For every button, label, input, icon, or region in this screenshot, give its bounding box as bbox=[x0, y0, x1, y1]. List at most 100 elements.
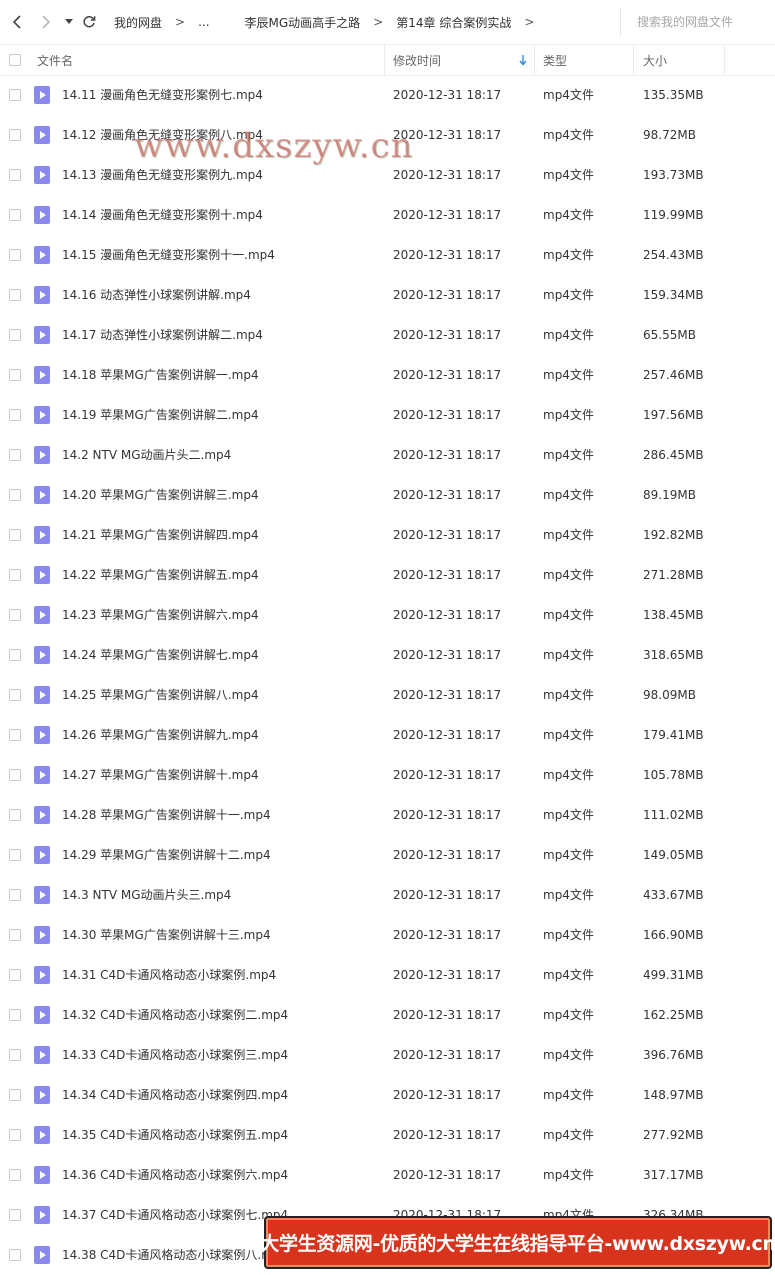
row-checkbox[interactable] bbox=[9, 329, 21, 341]
table-row[interactable]: 14.13 漫画角色无缝变形案例九.mp4 2020-12-31 18:17 mp4… bbox=[0, 155, 775, 195]
row-checkbox[interactable] bbox=[9, 649, 21, 661]
row-checkbox[interactable] bbox=[9, 969, 21, 981]
file-name[interactable]: 14.11 漫画角色无缝变形案例七.mp4 bbox=[62, 75, 263, 115]
row-checkbox[interactable] bbox=[9, 1249, 21, 1261]
table-row[interactable]: 14.21 苹果MG广告案例讲解四.mp4 2020-12-31 18:17 mp4… bbox=[0, 515, 775, 555]
row-checkbox[interactable] bbox=[9, 209, 21, 221]
column-header-type[interactable]: 类型 bbox=[543, 45, 633, 75]
row-checkbox[interactable] bbox=[9, 529, 21, 541]
column-divider[interactable] bbox=[534, 45, 535, 75]
forward-button[interactable] bbox=[34, 0, 58, 44]
row-checkbox[interactable] bbox=[9, 89, 21, 101]
row-checkbox[interactable] bbox=[9, 929, 21, 941]
file-name[interactable]: 14.22 苹果MG广告案例讲解五.mp4 bbox=[62, 555, 259, 595]
row-checkbox[interactable] bbox=[9, 1129, 21, 1141]
table-row[interactable]: 14.3 NTV MG动画片头三.mp4 2020-12-31 18:17 mp4文… bbox=[0, 875, 775, 915]
column-divider[interactable] bbox=[384, 45, 385, 75]
file-name[interactable]: 14.29 苹果MG广告案例讲解十二.mp4 bbox=[62, 835, 271, 875]
table-row[interactable]: 14.28 苹果MG广告案例讲解十一.mp4 2020-12-31 18:17 mp… bbox=[0, 795, 775, 835]
file-name[interactable]: 14.2 NTV MG动画片头二.mp4 bbox=[62, 435, 231, 475]
column-header-modified[interactable]: 修改时间 bbox=[393, 45, 533, 75]
file-name[interactable]: 14.13 漫画角色无缝变形案例九.mp4 bbox=[62, 155, 263, 195]
table-row[interactable]: 14.26 苹果MG广告案例讲解九.mp4 2020-12-31 18:17 mp4… bbox=[0, 715, 775, 755]
row-checkbox[interactable] bbox=[9, 369, 21, 381]
column-divider[interactable] bbox=[633, 45, 634, 75]
file-name[interactable]: 14.19 苹果MG广告案例讲解二.mp4 bbox=[62, 395, 259, 435]
table-row[interactable]: 14.15 漫画角色无缝变形案例十一.mp4 2020-12-31 18:17 mp… bbox=[0, 235, 775, 275]
column-divider[interactable] bbox=[724, 45, 725, 75]
row-checkbox[interactable] bbox=[9, 809, 21, 821]
column-header-size[interactable]: 大小 bbox=[643, 45, 723, 75]
file-name[interactable]: 14.31 C4D卡通风格动态小球案例.mp4 bbox=[62, 955, 276, 995]
file-name[interactable]: 14.21 苹果MG广告案例讲解四.mp4 bbox=[62, 515, 259, 555]
file-name[interactable]: 14.12 漫画角色无缝变形案例八.mp4 bbox=[62, 115, 263, 155]
file-name[interactable]: 14.18 苹果MG广告案例讲解一.mp4 bbox=[62, 355, 259, 395]
file-name[interactable]: 14.23 苹果MG广告案例讲解六.mp4 bbox=[62, 595, 259, 635]
search-input[interactable] bbox=[637, 15, 757, 29]
refresh-button[interactable] bbox=[80, 0, 98, 44]
file-name[interactable]: 14.35 C4D卡通风格动态小球案例五.mp4 bbox=[62, 1115, 288, 1155]
row-checkbox[interactable] bbox=[9, 289, 21, 301]
row-checkbox[interactable] bbox=[9, 409, 21, 421]
file-name[interactable]: 14.17 动态弹性小球案例讲解二.mp4 bbox=[62, 315, 263, 355]
history-dropdown-button[interactable] bbox=[58, 0, 80, 44]
file-name[interactable]: 14.27 苹果MG广告案例讲解十.mp4 bbox=[62, 755, 259, 795]
row-checkbox[interactable] bbox=[9, 1169, 21, 1181]
row-checkbox[interactable] bbox=[9, 609, 21, 621]
breadcrumb-item-chapter[interactable]: 第14章 综合案例实战 bbox=[396, 14, 511, 31]
table-row[interactable]: 14.35 C4D卡通风格动态小球案例五.mp4 2020-12-31 18:17… bbox=[0, 1115, 775, 1155]
file-name[interactable]: 14.20 苹果MG广告案例讲解三.mp4 bbox=[62, 475, 259, 515]
table-row[interactable]: 14.20 苹果MG广告案例讲解三.mp4 2020-12-31 18:17 mp4… bbox=[0, 475, 775, 515]
row-checkbox[interactable] bbox=[9, 729, 21, 741]
table-row[interactable]: 14.36 C4D卡通风格动态小球案例六.mp4 2020-12-31 18:17… bbox=[0, 1155, 775, 1195]
row-checkbox[interactable] bbox=[9, 1209, 21, 1221]
row-checkbox[interactable] bbox=[9, 1049, 21, 1061]
table-row[interactable]: 14.30 苹果MG广告案例讲解十三.mp4 2020-12-31 18:17 mp… bbox=[0, 915, 775, 955]
table-row[interactable]: 14.19 苹果MG广告案例讲解二.mp4 2020-12-31 18:17 mp4… bbox=[0, 395, 775, 435]
file-name[interactable]: 14.38 C4D卡通风格动态小球案例八.mp4 bbox=[62, 1235, 288, 1275]
table-row[interactable]: 14.27 苹果MG广告案例讲解十.mp4 2020-12-31 18:17 mp4… bbox=[0, 755, 775, 795]
table-row[interactable]: 14.32 C4D卡通风格动态小球案例二.mp4 2020-12-31 18:17… bbox=[0, 995, 775, 1035]
file-name[interactable]: 14.14 漫画角色无缝变形案例十.mp4 bbox=[62, 195, 263, 235]
row-checkbox[interactable] bbox=[9, 689, 21, 701]
file-name[interactable]: 14.37 C4D卡通风格动态小球案例七.mp4 bbox=[62, 1195, 288, 1235]
select-all-checkbox[interactable] bbox=[9, 54, 21, 66]
row-checkbox[interactable] bbox=[9, 769, 21, 781]
row-checkbox[interactable] bbox=[9, 169, 21, 181]
file-name[interactable]: 14.24 苹果MG广告案例讲解七.mp4 bbox=[62, 635, 259, 675]
row-checkbox[interactable] bbox=[9, 1089, 21, 1101]
file-name[interactable]: 14.28 苹果MG广告案例讲解十一.mp4 bbox=[62, 795, 271, 835]
table-row[interactable]: 14.25 苹果MG广告案例讲解八.mp4 2020-12-31 18:17 mp4… bbox=[0, 675, 775, 715]
table-row[interactable]: 14.34 C4D卡通风格动态小球案例四.mp4 2020-12-31 18:17… bbox=[0, 1075, 775, 1115]
file-name[interactable]: 14.36 C4D卡通风格动态小球案例六.mp4 bbox=[62, 1155, 288, 1195]
table-row[interactable]: 14.12 漫画角色无缝变形案例八.mp4 2020-12-31 18:17 mp4… bbox=[0, 115, 775, 155]
table-row[interactable]: 14.31 C4D卡通风格动态小球案例.mp4 2020-12-31 18:17 m… bbox=[0, 955, 775, 995]
back-button[interactable] bbox=[0, 0, 34, 44]
table-row[interactable]: 14.22 苹果MG广告案例讲解五.mp4 2020-12-31 18:17 mp4… bbox=[0, 555, 775, 595]
table-row[interactable]: 14.23 苹果MG广告案例讲解六.mp4 2020-12-31 18:17 mp4… bbox=[0, 595, 775, 635]
file-name[interactable]: 14.30 苹果MG广告案例讲解十三.mp4 bbox=[62, 915, 271, 955]
table-row[interactable]: 14.14 漫画角色无缝变形案例十.mp4 2020-12-31 18:17 mp4… bbox=[0, 195, 775, 235]
column-header-name[interactable]: 文件名 bbox=[37, 45, 382, 75]
row-checkbox[interactable] bbox=[9, 1009, 21, 1021]
row-checkbox[interactable] bbox=[9, 889, 21, 901]
table-row[interactable]: 14.33 C4D卡通风格动态小球案例三.mp4 2020-12-31 18:17… bbox=[0, 1035, 775, 1075]
table-row[interactable]: 14.18 苹果MG广告案例讲解一.mp4 2020-12-31 18:17 mp4… bbox=[0, 355, 775, 395]
table-row[interactable]: 14.17 动态弹性小球案例讲解二.mp4 2020-12-31 18:17 mp4… bbox=[0, 315, 775, 355]
breadcrumb-item-ellipsis[interactable]: ... bbox=[198, 15, 209, 29]
breadcrumb-item-course[interactable]: 李辰MG动画高手之路 bbox=[245, 14, 361, 31]
file-name[interactable]: 14.3 NTV MG动画片头三.mp4 bbox=[62, 875, 231, 915]
file-name[interactable]: 14.33 C4D卡通风格动态小球案例三.mp4 bbox=[62, 1035, 288, 1075]
row-checkbox[interactable] bbox=[9, 449, 21, 461]
table-row[interactable]: 14.24 苹果MG广告案例讲解七.mp4 2020-12-31 18:17 mp4… bbox=[0, 635, 775, 675]
file-name[interactable]: 14.15 漫画角色无缝变形案例十一.mp4 bbox=[62, 235, 275, 275]
table-row[interactable]: 14.11 漫画角色无缝变形案例七.mp4 2020-12-31 18:17 mp4… bbox=[0, 75, 775, 115]
table-row[interactable]: 14.16 动态弹性小球案例讲解.mp4 2020-12-31 18:17 mp4文… bbox=[0, 275, 775, 315]
row-checkbox[interactable] bbox=[9, 129, 21, 141]
row-checkbox[interactable] bbox=[9, 249, 21, 261]
file-name[interactable]: 14.16 动态弹性小球案例讲解.mp4 bbox=[62, 275, 251, 315]
breadcrumb-item-root[interactable]: 我的网盘 bbox=[114, 14, 162, 31]
file-name[interactable]: 14.32 C4D卡通风格动态小球案例二.mp4 bbox=[62, 995, 288, 1035]
row-checkbox[interactable] bbox=[9, 569, 21, 581]
file-name[interactable]: 14.34 C4D卡通风格动态小球案例四.mp4 bbox=[62, 1075, 288, 1115]
